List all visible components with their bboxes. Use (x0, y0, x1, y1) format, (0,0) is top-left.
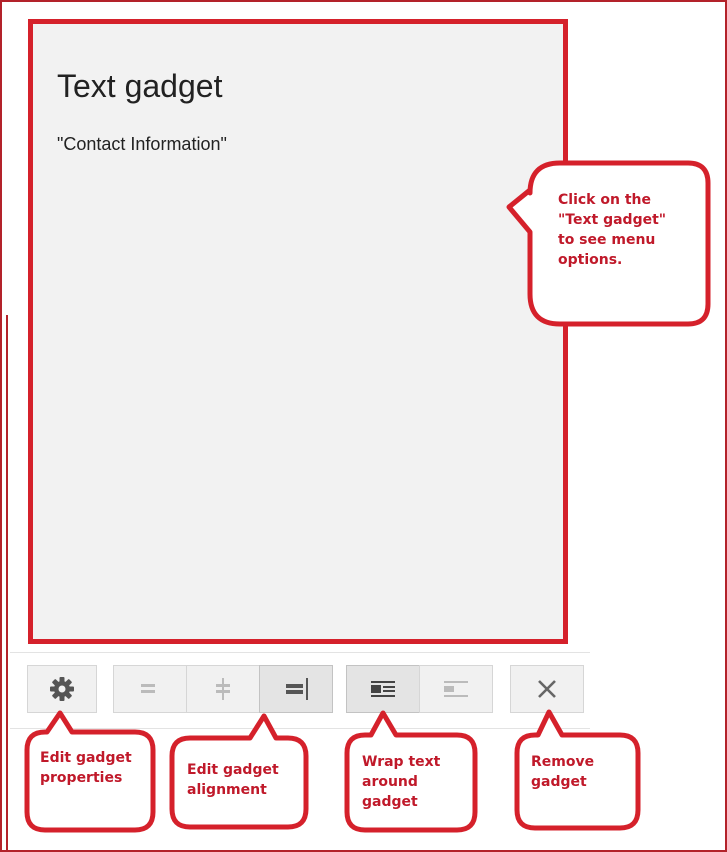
callout-layer (24, 160, 711, 833)
callout-edit-alignment-text: Edit gadget alignment (187, 762, 279, 798)
callout-wrap-text-text: Wrap text around gadget (362, 754, 441, 810)
callout-menu-hint-text: Click on the "Text gadget" to see menu o… (558, 192, 667, 268)
callout-remove-text: Remove gadget (531, 754, 595, 790)
callout-edit-properties-text: Edit gadget properties (40, 750, 132, 786)
